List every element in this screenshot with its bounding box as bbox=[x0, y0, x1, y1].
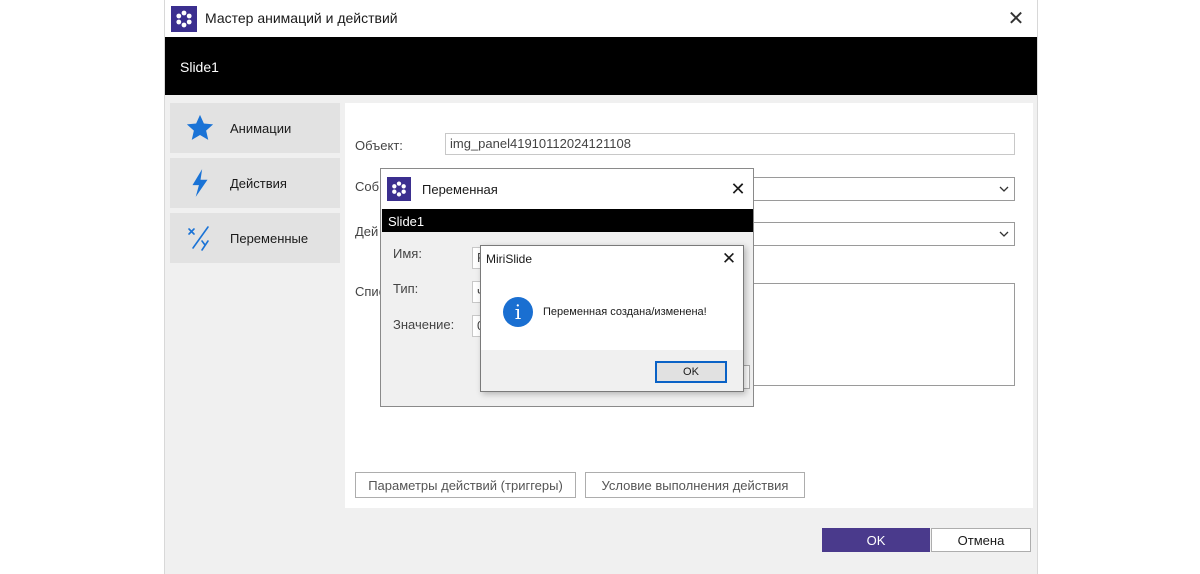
slide-name: Slide1 bbox=[180, 59, 219, 75]
message-text: Переменная создана/изменена! bbox=[543, 306, 707, 318]
slide-header: Slide1 bbox=[165, 37, 1037, 95]
chevron-down-icon bbox=[999, 186, 1009, 192]
object-label: Объект: bbox=[355, 138, 403, 153]
title-bar: Мастер анимаций и действий ✕ bbox=[165, 0, 1037, 37]
sidebar-item-variables[interactable]: Переменные bbox=[170, 213, 340, 263]
dialog-title-bar: Переменная ✕ bbox=[381, 169, 753, 209]
app-logo-icon bbox=[387, 177, 411, 201]
close-icon[interactable]: ✕ bbox=[719, 249, 739, 268]
info-icon: i bbox=[503, 297, 533, 327]
message-box-title: MiriSlide bbox=[486, 252, 533, 266]
sidebar-item-label: Переменные bbox=[230, 230, 309, 246]
cancel-button[interactable]: Отмена bbox=[931, 528, 1031, 552]
slide-name: Slide1 bbox=[388, 214, 425, 229]
dialog-title: Переменная bbox=[422, 182, 498, 197]
star-icon bbox=[170, 113, 230, 143]
close-icon[interactable]: ✕ bbox=[726, 177, 750, 201]
lightning-icon bbox=[170, 168, 230, 198]
message-box-footer: OK bbox=[481, 350, 743, 391]
action-label: Дей bbox=[355, 224, 379, 239]
name-label: Имя: bbox=[393, 246, 422, 261]
condition-button[interactable]: Условие выполнения действия bbox=[585, 472, 805, 498]
chevron-down-icon bbox=[999, 231, 1009, 237]
ok-button[interactable]: OK bbox=[822, 528, 930, 552]
slide-header: Slide1 bbox=[382, 209, 753, 232]
sidebar-item-animations[interactable]: Анимации bbox=[170, 103, 340, 153]
sidebar-item-label: Анимации bbox=[230, 120, 292, 136]
message-ok-button[interactable]: OK bbox=[655, 361, 727, 383]
type-label: Тип: bbox=[393, 281, 419, 296]
object-field[interactable]: img_panel41910112024121108 bbox=[445, 133, 1015, 155]
close-icon[interactable]: ✕ bbox=[1001, 4, 1031, 32]
variables-icon bbox=[170, 224, 230, 252]
sidebar-item-actions[interactable]: Действия bbox=[170, 158, 340, 208]
value-label: Значение: bbox=[393, 317, 455, 332]
message-box: MiriSlide ✕ i Переменная создана/изменен… bbox=[480, 245, 744, 392]
app-logo-icon bbox=[171, 6, 197, 32]
sidebar-item-label: Действия bbox=[230, 175, 287, 191]
triggers-button[interactable]: Параметры действий (триггеры) bbox=[355, 472, 576, 498]
window-title: Мастер анимаций и действий bbox=[205, 10, 398, 26]
